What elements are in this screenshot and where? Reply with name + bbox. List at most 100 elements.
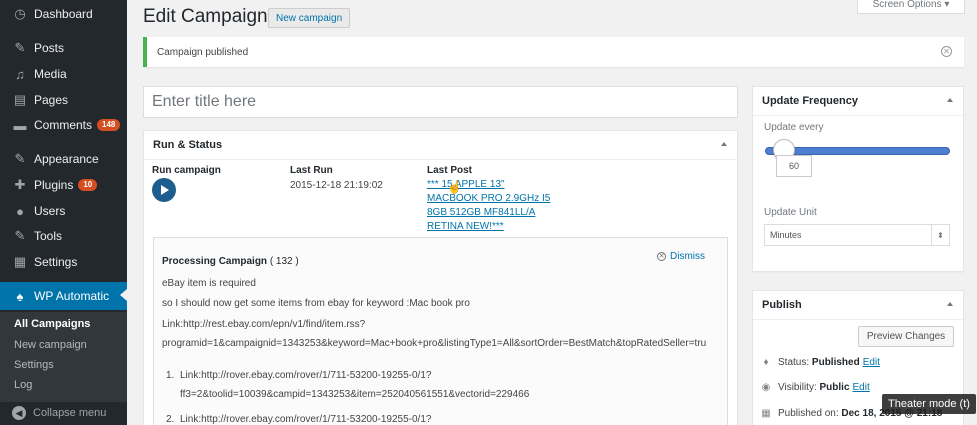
collapse-toggle-icon[interactable] xyxy=(947,302,953,306)
users-icon: ● xyxy=(16,203,24,219)
admin-sidebar: ◷ Dashboard ✎ Posts ♫ Media ▤ Pages ▬ Co… xyxy=(0,0,127,425)
run-campaign-play-icon[interactable] xyxy=(152,178,176,202)
processing-title: Processing Campaign ( 132 ) xyxy=(162,256,299,267)
menu-wp-automatic[interactable]: ♠ WP Automatic xyxy=(0,282,127,310)
comments-count-badge: 148 xyxy=(97,119,121,131)
log-list-item: Link:http://rover.ebay.com/rover/1/711-5… xyxy=(180,370,432,381)
log-line: eBay item is required xyxy=(162,278,256,289)
submenu-all-campaigns[interactable]: All Campaigns xyxy=(14,318,90,330)
last-post-link[interactable]: 8GB 512GB MF841LL/A xyxy=(427,207,535,218)
hand-cursor-icon: ☝ xyxy=(447,180,462,194)
edit-status-link[interactable]: Edit xyxy=(863,357,880,368)
log-list-item-continued: ff3=2&toolid=10039&campid=1343253&item=2… xyxy=(180,389,530,400)
log-line: Link:http://rest.ebay.com/epn/v1/find/it… xyxy=(162,319,366,330)
collapse-menu-button[interactable]: ◀ Collapse menu xyxy=(0,401,127,425)
screen-options-button[interactable]: Screen Options ▾ xyxy=(857,0,965,14)
theater-mode-tooltip: Theater mode (t) xyxy=(882,394,976,414)
menu-posts[interactable]: ✎ Posts xyxy=(0,35,127,61)
menu-label: Dashboard xyxy=(34,7,93,21)
log-line: so I should now get some items from ebay… xyxy=(162,298,470,309)
publish-header[interactable]: Publish xyxy=(753,291,963,320)
log-line: programid=1&campaignid=1343253&keyword=M… xyxy=(162,338,707,349)
submenu-settings[interactable]: Settings xyxy=(14,359,54,371)
submenu-new-campaign[interactable]: New campaign xyxy=(14,339,87,351)
page-title: Edit Campaign xyxy=(143,6,268,27)
menu-label: WP Automatic xyxy=(34,289,110,303)
update-frequency-header[interactable]: Update Frequency xyxy=(753,87,963,116)
plugins-icon: ✚ xyxy=(14,177,26,192)
update-every-label: Update every xyxy=(764,122,824,133)
menu-plugins[interactable]: ✚ Plugins 10 xyxy=(0,172,127,198)
calendar-icon: ▦ xyxy=(761,408,771,419)
last-post-label: Last Post xyxy=(427,165,473,176)
preview-changes-button[interactable]: Preview Changes xyxy=(858,326,954,347)
eye-icon: ◉ xyxy=(761,382,771,393)
collapse-icon: ◀ xyxy=(12,406,26,420)
menu-label: Settings xyxy=(34,255,78,269)
processing-count: ( 132 ) xyxy=(269,256,299,267)
notice-text: Campaign published xyxy=(157,46,249,58)
dashboard-icon: ◷ xyxy=(14,6,26,21)
selected-unit: Minutes xyxy=(770,230,802,240)
collapse-label: Collapse menu xyxy=(33,407,107,419)
success-notice: Campaign published ✕ xyxy=(143,37,964,67)
list-number: 1. xyxy=(166,370,175,381)
campaign-title-input[interactable] xyxy=(143,86,738,118)
last-post-link[interactable]: MACBOOK PRO 2.9GHz I5 xyxy=(427,193,550,204)
select-arrows-icon: ⬍ xyxy=(931,225,949,245)
new-campaign-button[interactable]: New campaign xyxy=(268,8,351,28)
wp-automatic-submenu: All Campaigns New campaign Settings Log xyxy=(0,312,127,402)
run-status-heading: Run & Status xyxy=(153,139,223,151)
processing-title-text: Processing Campaign xyxy=(162,256,268,267)
menu-label: Plugins xyxy=(34,178,74,192)
run-status-header[interactable]: Run & Status xyxy=(144,131,737,160)
menu-users[interactable]: ● Users xyxy=(0,198,127,224)
status-value: Published xyxy=(811,357,860,368)
last-post-link[interactable]: *** 15 APPLE 13" xyxy=(427,179,505,190)
collapse-toggle-icon[interactable] xyxy=(947,98,953,102)
settings-icon: ▦ xyxy=(13,254,27,269)
appearance-icon: ✎ xyxy=(14,151,26,166)
menu-comments[interactable]: ▬ Comments 148 xyxy=(0,112,127,138)
menu-settings[interactable]: ▦ Settings xyxy=(0,249,127,275)
status-label: Status: xyxy=(778,357,810,368)
visibility-value: Public xyxy=(819,382,850,393)
last-post-link[interactable]: RETINA NEW!*** xyxy=(427,221,504,232)
menu-appearance[interactable]: ✎ Appearance xyxy=(0,146,127,172)
dismiss-notice-icon[interactable]: ✕ xyxy=(941,46,952,57)
dismiss-label: Dismiss xyxy=(670,251,705,262)
plugins-update-badge: 10 xyxy=(78,179,98,191)
dismiss-button[interactable]: ✕ Dismiss xyxy=(657,251,705,262)
pin-icon: ✎ xyxy=(14,40,26,55)
menu-label: Pages xyxy=(34,93,69,107)
update-frequency-heading: Update Frequency xyxy=(762,95,858,107)
wp-automatic-icon: ♠ xyxy=(16,288,24,304)
submenu-log[interactable]: Log xyxy=(14,379,32,391)
last-run-label: Last Run xyxy=(290,165,333,176)
edit-visibility-link[interactable]: Edit xyxy=(853,382,870,393)
visibility-row: ◉ Visibility: Public Edit xyxy=(760,382,870,393)
menu-label: Comments xyxy=(34,118,93,132)
status-row: ♦ Status: Published Edit xyxy=(760,357,880,368)
log-list-item: Link:http://rover.ebay.com/rover/1/711-5… xyxy=(180,414,432,425)
menu-label: Tools xyxy=(34,229,63,243)
menu-label: Appearance xyxy=(34,152,99,166)
processing-campaign-log: Processing Campaign ( 132 ) ✕ Dismiss eB… xyxy=(153,237,728,425)
dismiss-icon: ✕ xyxy=(657,252,666,261)
menu-label: Users xyxy=(34,204,66,218)
menu-tools[interactable]: ✎ Tools xyxy=(0,223,127,249)
run-campaign-label: Run campaign xyxy=(152,165,221,176)
collapse-toggle-icon[interactable] xyxy=(721,142,727,146)
menu-dashboard[interactable]: ◷ Dashboard xyxy=(0,1,127,27)
menu-label: Posts xyxy=(34,41,65,55)
media-icon: ♫ xyxy=(15,66,25,82)
update-unit-select[interactable]: Minutes ⬍ xyxy=(764,224,950,246)
comments-icon: ▬ xyxy=(13,117,27,133)
pages-icon: ▤ xyxy=(13,92,27,107)
tools-icon: ✎ xyxy=(14,228,26,243)
menu-media[interactable]: ♫ Media xyxy=(0,61,127,87)
published-on-label: Published on: xyxy=(778,408,839,419)
menu-pages[interactable]: ▤ Pages xyxy=(0,87,127,113)
publish-heading: Publish xyxy=(762,299,802,311)
last-run-value: 2015-12-18 21:19:02 xyxy=(290,180,383,191)
